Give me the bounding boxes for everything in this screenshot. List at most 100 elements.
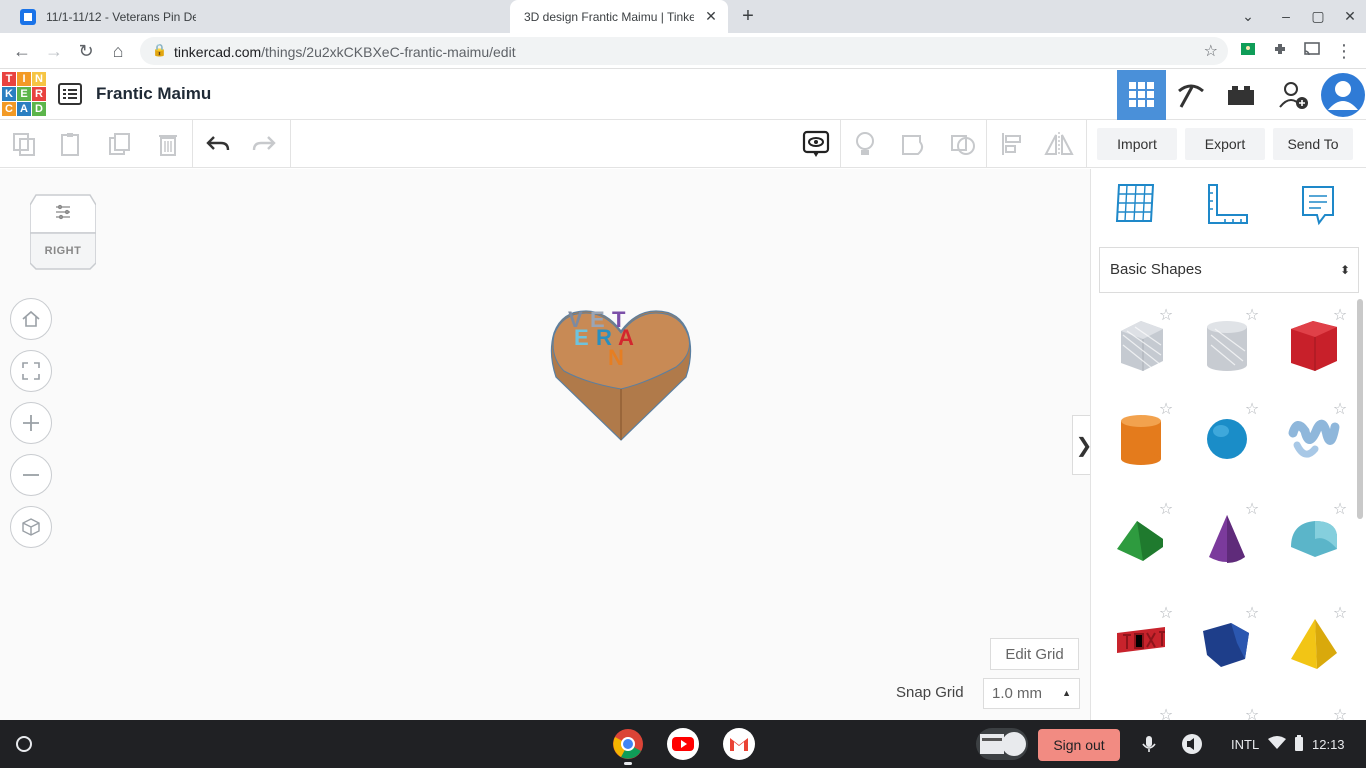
favorite-star-icon[interactable]: ☆	[1243, 307, 1261, 325]
fit-view-button[interactable]	[10, 350, 52, 392]
favorite-star-icon[interactable]: ☆	[1243, 501, 1261, 519]
favorite-star-icon[interactable]: ☆	[1243, 401, 1261, 419]
undo-icon[interactable]	[202, 128, 234, 160]
send-to-button[interactable]: Send To	[1273, 128, 1353, 160]
add-user-icon[interactable]	[1268, 70, 1317, 120]
ruler-icon[interactable]	[1205, 183, 1249, 232]
browser-tab-tinkercad[interactable]: 3D design Frantic Maimu | Tinke ✕	[510, 0, 728, 33]
tinkercad-logo[interactable]: T I N K E R C A D	[2, 72, 46, 116]
favorite-star-icon[interactable]: ☆	[1331, 501, 1349, 519]
cast-icon[interactable]	[1300, 39, 1324, 63]
tote-thumbnail-icon[interactable]	[976, 728, 1028, 760]
notes-icon[interactable]	[1299, 183, 1337, 232]
ungroup-icon[interactable]	[947, 128, 979, 160]
sign-out-button[interactable]: Sign out	[1038, 729, 1120, 761]
active-app-indicator	[624, 762, 632, 765]
clock[interactable]: 12:13	[1312, 737, 1345, 752]
chrome-icon[interactable]	[612, 728, 644, 760]
maximize-icon[interactable]: ▢	[1306, 6, 1330, 26]
home-view-button[interactable]	[10, 298, 52, 340]
back-icon[interactable]: ←	[10, 39, 34, 63]
zoom-out-button[interactable]	[10, 454, 52, 496]
url-path: /things/2u2xkCKBXeC-frantic-maimu/edit	[261, 44, 516, 60]
forward-icon[interactable]: →	[42, 39, 66, 63]
workplane[interactable]: RIGHT V E T E R A N Edit Grid Snap Grid …	[0, 169, 1096, 720]
gmail-icon[interactable]	[723, 728, 755, 760]
shapes-panel: Basic Shapes ⬍ ☆ ☆ ☆ ☆ ☆ ☆ ☆ ☆ ☆ ☆ ☆ ☆ ☆…	[1090, 169, 1366, 724]
snap-grid-label: Snap Grid	[896, 684, 964, 701]
logo-letter: D	[32, 102, 46, 116]
favorite-star-icon[interactable]: ☆	[1331, 401, 1349, 419]
bookmark-star-icon[interactable]: ☆	[1204, 41, 1218, 61]
copy-icon[interactable]	[8, 128, 40, 160]
pickaxe-icon[interactable]	[1166, 70, 1215, 120]
workplane-grid-icon[interactable]	[1115, 181, 1157, 230]
favorite-star-icon[interactable]: ☆	[1243, 605, 1261, 623]
group-icon[interactable]	[898, 128, 930, 160]
home-icon	[22, 310, 40, 327]
edit-grid-button[interactable]: Edit Grid	[990, 638, 1079, 670]
export-button[interactable]: Export	[1185, 128, 1265, 160]
wifi-icon[interactable]	[1268, 736, 1286, 755]
tab-title: 3D design Frantic Maimu | Tinke	[524, 9, 694, 24]
favorite-star-icon[interactable]: ☆	[1157, 501, 1175, 519]
view-cube-label: RIGHT	[44, 245, 82, 257]
delete-icon[interactable]	[152, 128, 184, 160]
redo-icon[interactable]	[248, 128, 280, 160]
tab-search-icon[interactable]: ⌄	[1236, 6, 1260, 26]
close-tab-icon[interactable]: ✕	[702, 7, 720, 25]
cube-icon	[22, 518, 40, 536]
panel-scrollbar[interactable]	[1357, 299, 1363, 519]
select-arrows-icon: ⬍	[1339, 263, 1350, 277]
classroom-extension-icon[interactable]	[1236, 39, 1260, 63]
minimize-icon[interactable]: –	[1274, 6, 1298, 26]
heart-model[interactable]: V E T E R A N	[546, 305, 696, 445]
mirror-icon[interactable]	[1043, 128, 1075, 160]
launcher-icon[interactable]	[8, 728, 40, 760]
import-button[interactable]: Import	[1097, 128, 1177, 160]
favorite-star-icon[interactable]: ☆	[1157, 307, 1175, 325]
url-host: tinkercad.com	[174, 44, 262, 60]
browser-toolbar: ← → ↻ ⌂ 🔒 tinkercad.com/things/2u2xkCKBX…	[0, 33, 1366, 69]
view-cube[interactable]: RIGHT	[29, 193, 97, 271]
extensions-icon[interactable]	[1268, 39, 1292, 63]
align-icon[interactable]	[996, 128, 1028, 160]
reload-icon[interactable]: ↻	[74, 39, 98, 63]
home-icon[interactable]: ⌂	[106, 39, 130, 63]
microphone-icon[interactable]	[1133, 728, 1165, 760]
perspective-button[interactable]	[10, 506, 52, 548]
minus-icon	[23, 474, 39, 476]
3d-view-grid-icon[interactable]	[1117, 70, 1166, 120]
favorite-star-icon[interactable]: ☆	[1331, 605, 1349, 623]
youtube-icon[interactable]	[667, 728, 699, 760]
new-tab-button[interactable]: +	[736, 6, 760, 26]
paste-icon[interactable]	[55, 128, 87, 160]
design-title[interactable]: Frantic Maimu	[96, 84, 211, 104]
logo-letter: C	[2, 102, 16, 116]
shape-library-select[interactable]: Basic Shapes ⬍	[1099, 247, 1359, 293]
toolbar-divider	[986, 120, 987, 168]
favorite-star-icon[interactable]: ☆	[1157, 605, 1175, 623]
toolbar-divider	[840, 120, 841, 168]
logo-letter: R	[32, 87, 46, 101]
show-notes-icon[interactable]	[800, 128, 832, 160]
select-to-speak-icon[interactable]	[1176, 728, 1208, 760]
duplicate-icon[interactable]	[104, 128, 136, 160]
battery-icon[interactable]	[1294, 734, 1304, 757]
design-list-icon[interactable]	[58, 83, 82, 110]
zoom-in-button[interactable]	[10, 402, 52, 444]
favorite-star-icon[interactable]: ☆	[1157, 401, 1175, 419]
avatar[interactable]	[1318, 70, 1366, 120]
close-window-icon[interactable]: ✕	[1338, 6, 1362, 26]
shape-library-value: Basic Shapes	[1110, 261, 1202, 278]
os-taskbar: Sign out INTL 12:13	[0, 720, 1366, 768]
logo-letter: A	[17, 102, 31, 116]
bricks-icon[interactable]	[1216, 70, 1265, 120]
snap-grid-select[interactable]: 1.0 mm ▲	[983, 678, 1080, 709]
browser-tab-veterans[interactable]: 11/1-11/12 - Veterans Pin Desi	[6, 0, 236, 33]
input-method-label[interactable]: INTL	[1231, 737, 1259, 752]
browser-menu-icon[interactable]: ⋮	[1332, 39, 1356, 63]
lightbulb-icon[interactable]	[849, 128, 881, 160]
address-bar[interactable]: 🔒 tinkercad.com/things/2u2xkCKBXeC-frant…	[140, 37, 1228, 65]
favorite-star-icon[interactable]: ☆	[1331, 307, 1349, 325]
